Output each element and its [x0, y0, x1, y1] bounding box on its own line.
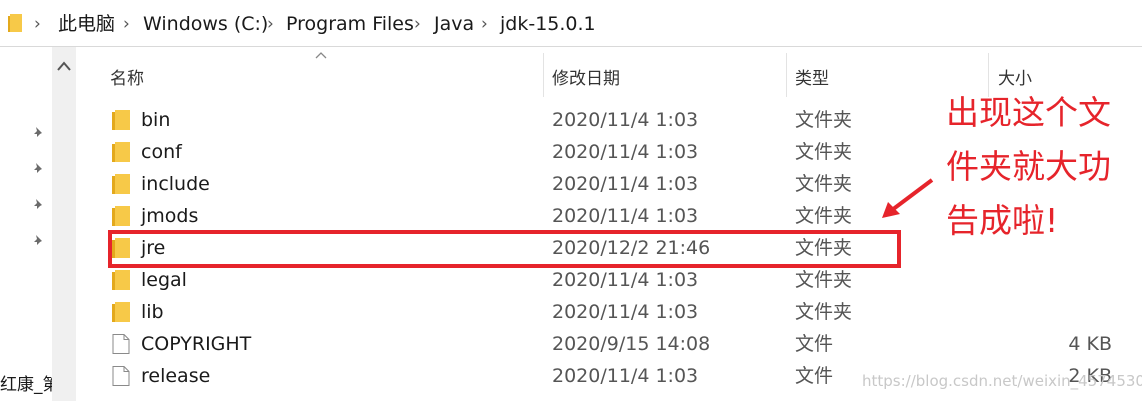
highlight-box — [108, 230, 901, 268]
file-name[interactable]: include — [141, 172, 210, 196]
table-row[interactable]: legal 2020/11/4 1:03 文件夹 — [92, 264, 1142, 296]
file-name[interactable]: legal — [141, 268, 187, 292]
file-type: 文件夹 — [795, 205, 853, 227]
folder-icon — [112, 174, 130, 194]
table-row[interactable]: lib 2020/11/4 1:03 文件夹 — [92, 296, 1142, 328]
pin-icon[interactable] — [30, 233, 46, 249]
folder-icon — [112, 206, 130, 226]
annotation-text: 出现这个文件夹就大功告成啦! — [946, 93, 1111, 240]
folder-icon — [112, 110, 130, 130]
column-header-date[interactable]: 修改日期 — [552, 64, 620, 89]
file-type: 文件夹 — [795, 109, 853, 131]
folder-icon — [112, 142, 130, 162]
column-header-name[interactable]: 名称 — [110, 64, 144, 89]
file-date: 2020/9/15 14:08 — [552, 333, 711, 355]
chevron-right-icon[interactable]: › — [34, 12, 41, 36]
chevron-right-icon[interactable]: › — [123, 12, 130, 36]
file-date: 2020/11/4 1:03 — [552, 301, 699, 323]
breadcrumb-item-program-files[interactable]: Program Files — [286, 12, 414, 36]
file-size: 4 KB — [1068, 333, 1112, 355]
folder-icon — [8, 14, 22, 32]
file-type: 文件 — [795, 365, 834, 387]
file-name[interactable]: COPYRIGHT — [141, 332, 251, 356]
pin-icon[interactable] — [30, 161, 46, 177]
folder-icon — [112, 302, 130, 322]
folder-icon — [112, 270, 130, 290]
scrollbar[interactable] — [52, 47, 76, 401]
pin-icon[interactable] — [30, 197, 46, 213]
column-divider[interactable] — [543, 53, 544, 97]
file-name[interactable]: jmods — [141, 204, 198, 228]
file-name[interactable]: conf — [141, 140, 182, 164]
column-header-type[interactable]: 类型 — [795, 64, 829, 89]
chevron-right-icon[interactable]: › — [414, 12, 421, 36]
file-name[interactable]: lib — [141, 300, 164, 324]
file-type: 文件夹 — [795, 173, 853, 195]
file-date: 2020/11/4 1:03 — [552, 141, 699, 163]
breadcrumb-item-c-drive[interactable]: Windows (C:) — [143, 12, 268, 36]
file-date: 2020/11/4 1:03 — [552, 109, 699, 131]
pin-icon[interactable] — [30, 125, 46, 141]
breadcrumb-item-jdk[interactable]: jdk-15.0.1 — [500, 12, 596, 36]
column-divider[interactable] — [786, 53, 787, 97]
breadcrumb-item-this-pc[interactable]: 此电脑 — [58, 12, 115, 36]
chevron-right-icon[interactable]: › — [267, 12, 274, 36]
file-date: 2020/11/4 1:03 — [552, 173, 699, 195]
file-icon — [112, 366, 130, 386]
address-bar[interactable]: › 此电脑 › Windows (C:) › Program Files › J… — [0, 0, 1142, 47]
file-type: 文件 — [795, 333, 834, 355]
watermark: https://blog.csdn.net/weixin_45745300 — [862, 372, 1142, 390]
file-date: 2020/11/4 1:03 — [552, 269, 699, 291]
file-icon — [112, 334, 130, 354]
arrow-icon — [882, 178, 934, 218]
file-name[interactable]: release — [141, 364, 210, 388]
table-row[interactable]: COPYRIGHT 2020/9/15 14:08 文件 4 KB — [92, 328, 1142, 360]
file-type: 文件夹 — [795, 301, 853, 323]
file-type: 文件夹 — [795, 269, 853, 291]
navigation-pane — [0, 47, 52, 401]
file-date: 2020/11/4 1:03 — [552, 365, 699, 387]
file-name[interactable]: bin — [141, 108, 170, 132]
sort-up-icon — [315, 52, 327, 59]
chevron-right-icon[interactable]: › — [481, 12, 488, 36]
breadcrumb-item-java[interactable]: Java — [434, 12, 474, 36]
file-type: 文件夹 — [795, 141, 853, 163]
chevron-up-icon[interactable] — [57, 61, 71, 71]
nav-item-label[interactable]: 红康_第 — [0, 374, 60, 396]
file-date: 2020/11/4 1:03 — [552, 205, 699, 227]
